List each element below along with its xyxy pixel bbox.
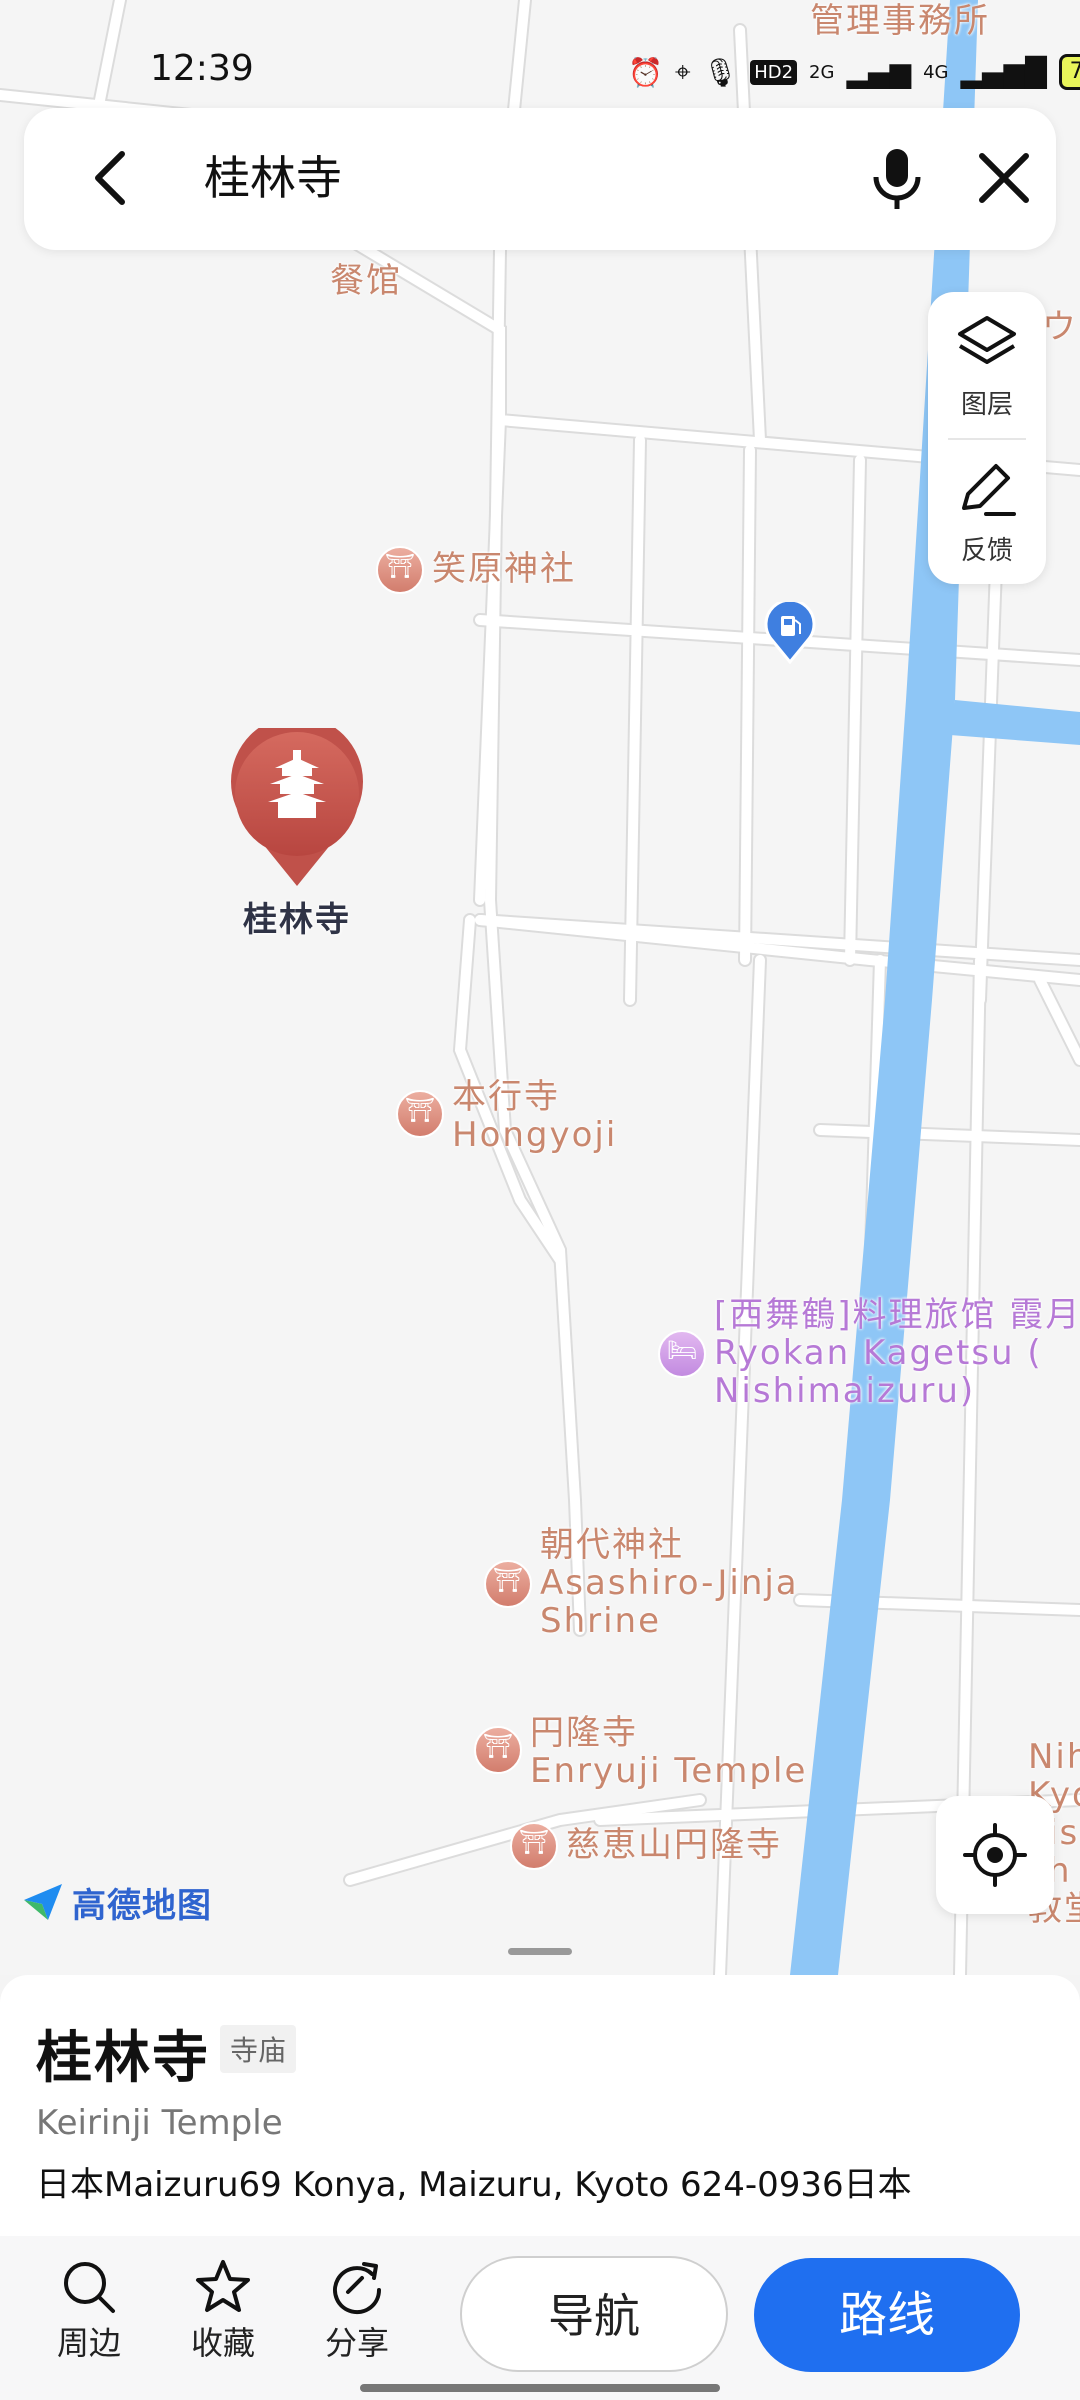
nearby-button[interactable]: 周边 <box>34 2258 144 2364</box>
close-icon[interactable] <box>974 148 1034 208</box>
voice-search-icon[interactable] <box>862 143 932 213</box>
layers-label: 图层 <box>960 390 1013 420</box>
status-icons: ⏰ ⌖ 🎙 HD2 2G ▂▄▆ 4G ▂▄▆█ 73 <box>628 54 1080 90</box>
signal-4g-icon: 4G <box>923 61 949 83</box>
hd-icon: HD2 <box>750 59 798 85</box>
amap-logo-text: 高德地图 <box>72 1885 212 1926</box>
nearby-label: 周边 <box>56 2324 121 2362</box>
back-arrow-icon[interactable] <box>84 148 144 208</box>
location-icon: ⌖ <box>674 55 691 88</box>
search-input[interactable]: 桂林寺 <box>204 148 342 208</box>
map-label-waraba-shrine[interactable]: 笑原神社 <box>432 550 576 588</box>
battery-icon: 73 <box>1058 54 1080 90</box>
crosshair-icon <box>963 1823 1027 1887</box>
map-side-tools: 图层 反馈 <box>928 292 1046 584</box>
share-label: 分享 <box>324 2324 389 2362</box>
bed-icon: 🛏 <box>666 1336 698 1364</box>
action-bar: 周边 收藏 分享 导航 路线 <box>0 2236 1080 2400</box>
home-indicator[interactable] <box>360 2384 720 2392</box>
map-label-asashiro-cn[interactable]: 朝代神社 <box>540 1526 684 1564</box>
map-label-jikei[interactable]: 慈恵山円隆寺 <box>566 1826 782 1864</box>
signal-2g-icon: 2G <box>809 61 835 83</box>
pagoda-icon: ⛩ <box>384 552 416 580</box>
temple-icon: ⛩ <box>404 1096 436 1124</box>
my-location-button[interactable] <box>936 1796 1054 1914</box>
map-label-ryokan-3[interactable]: Nishimaizuru) <box>714 1372 975 1410</box>
favorite-label: 收藏 <box>190 2324 255 2362</box>
amap-logo-icon <box>24 1884 62 1920</box>
map-label-ryokan-1[interactable]: [西舞鶴]料理旅馆 霞月 <box>714 1296 1080 1334</box>
feedback-button[interactable]: 反馈 <box>928 438 1046 584</box>
temple-pin-hongyoji[interactable]: ⛩ <box>396 1090 444 1146</box>
place-address: 日本Maizuru69 Konya, Maizuru, Kyoto 624-09… <box>36 2165 912 2205</box>
feedback-label: 反馈 <box>960 536 1013 566</box>
layers-button[interactable]: 图层 <box>928 292 1046 438</box>
share-button[interactable]: 分享 <box>302 2258 412 2364</box>
selected-location-pin[interactable] <box>230 728 364 888</box>
temple-pin-jikei[interactable]: ⛩ <box>510 1822 558 1878</box>
search-bar[interactable]: 桂林寺 <box>24 108 1056 250</box>
signal-bars-1-icon: ▂▄▆ <box>846 55 912 89</box>
alarm-icon: ⏰ <box>628 55 663 89</box>
map-base-layer <box>0 0 1080 1975</box>
map-label-asashiro-en1[interactable]: Asashiro-Jinja <box>540 1564 799 1602</box>
signal-bars-2-icon: ▂▄▆█ <box>960 55 1047 89</box>
temple-icon: ⛩ <box>518 1828 550 1856</box>
map-label-kana: ウ <box>1042 307 1078 347</box>
map-label-hongyoji-cn[interactable]: 本行寺 <box>452 1078 560 1116</box>
temple-icon: ⛩ <box>482 1732 514 1760</box>
temple-pin-enryuji[interactable]: ⛩ <box>474 1726 522 1782</box>
status-time: 12:39 <box>150 48 254 89</box>
shrine-pin[interactable]: ⛩ <box>376 546 424 602</box>
map-label-asashiro-en2[interactable]: Shrine <box>540 1602 661 1640</box>
sheet-drag-handle[interactable] <box>508 1948 572 1955</box>
amap-logo: 高德地图 <box>22 1880 212 1926</box>
edit-pen-icon <box>962 464 1016 516</box>
gas-station-icon[interactable] <box>764 602 816 664</box>
star-icon <box>196 2260 250 2312</box>
shrine-pin-asashiro[interactable]: ⛩ <box>484 1560 532 1616</box>
map-label-edge-1: Nih <box>1028 1737 1080 1777</box>
favorite-button[interactable]: 收藏 <box>168 2258 278 2364</box>
hotel-pin[interactable]: 🛏 <box>658 1330 706 1386</box>
mic-icon: 🎙 <box>702 55 739 89</box>
map-label-enryuji-en[interactable]: Enryuji Temple <box>530 1752 807 1790</box>
map-label-enryuji-cn[interactable]: 円隆寺 <box>530 1714 638 1752</box>
map-label-hongyoji-en[interactable]: Hongyoji <box>452 1116 617 1154</box>
share-icon <box>333 2262 382 2315</box>
place-name: 桂林寺 <box>36 2026 210 2091</box>
navigate-button[interactable]: 导航 <box>460 2256 728 2372</box>
place-english-name: Keirinji Temple <box>36 2103 283 2143</box>
route-button[interactable]: 路线 <box>754 2258 1020 2372</box>
map-view[interactable]: 管理事務所 餐馆 ウ ⛩ 笑原神社 桂林寺 ⛩ 本行寺 Hongyoji 🛏 [… <box>0 0 1080 1975</box>
search-icon <box>64 2262 115 2313</box>
selected-pin-label: 桂林寺 <box>243 900 351 940</box>
shrine-icon: ⛩ <box>492 1566 524 1594</box>
map-label-ryokan-2[interactable]: Ryokan Kagetsu ( <box>714 1334 1043 1372</box>
layers-icon <box>958 316 1016 364</box>
map-label-restaurant: 餐馆 <box>330 261 402 301</box>
place-category-badge: 寺庙 <box>220 2025 297 2073</box>
